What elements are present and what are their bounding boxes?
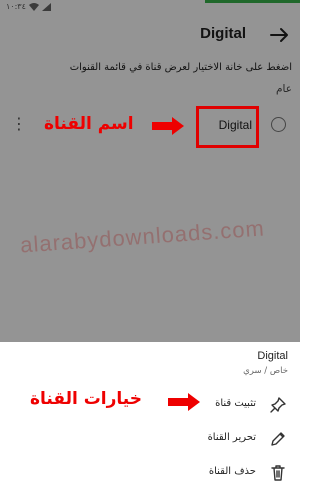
channel-name-annotation: اسم القناة xyxy=(44,114,134,134)
channel-options-sheet: Digital خاص / سري خيارات القناة تثبيت قن… xyxy=(0,342,300,500)
delete-channel-label: حذف القناة xyxy=(208,466,256,477)
highlight-box xyxy=(196,106,259,148)
modal-scrim[interactable] xyxy=(0,0,300,342)
edit-channel-item[interactable]: تحرير القناة xyxy=(0,424,300,456)
edit-channel-label: تحرير القناة xyxy=(207,432,256,443)
delete-channel-item[interactable]: حذف القناة xyxy=(0,458,300,490)
pin-channel-label: تثبيت قناة xyxy=(215,398,256,409)
sheet-title: Digital xyxy=(257,350,288,362)
pin-icon xyxy=(270,397,286,413)
trash-icon xyxy=(271,465,285,481)
sheet-subtitle: خاص / سري xyxy=(243,366,288,376)
pin-channel-item[interactable]: تثبيت قناة xyxy=(0,390,300,422)
annotation-arrow-icon xyxy=(152,117,184,135)
pencil-icon xyxy=(271,432,285,446)
